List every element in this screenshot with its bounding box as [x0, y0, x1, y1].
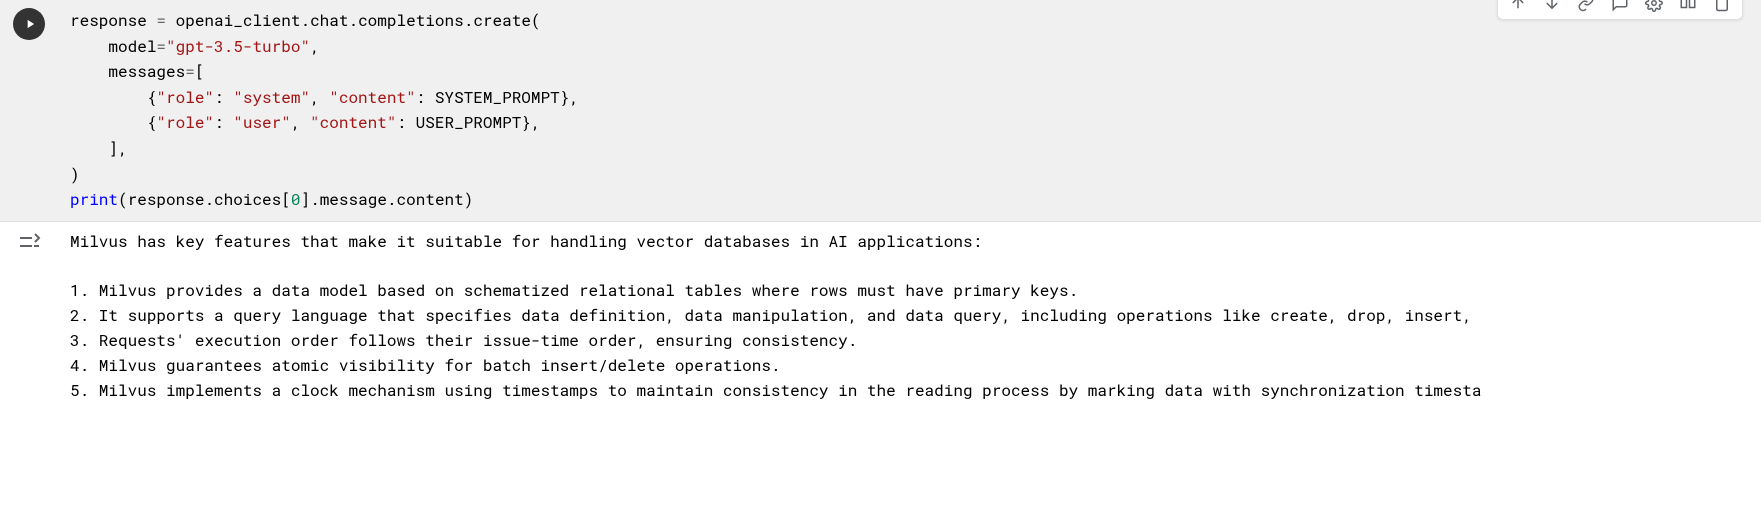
code-gutter	[0, 0, 58, 221]
mirror-icon	[1679, 0, 1697, 12]
toggle-output-button[interactable]	[17, 230, 41, 254]
link-icon	[1577, 0, 1595, 12]
run-cell-button[interactable]	[13, 8, 45, 40]
output-toggle-icon	[17, 230, 41, 254]
comment-icon	[1611, 0, 1629, 12]
settings-button[interactable]	[1640, 0, 1668, 17]
output-gutter	[0, 222, 58, 418]
move-down-button[interactable]	[1538, 0, 1566, 17]
output-area: Milvus has key features that make it sui…	[58, 222, 1761, 418]
trash-icon	[1713, 0, 1731, 12]
code-editor[interactable]: response = openai_client.chat.completion…	[58, 0, 1761, 221]
arrow-down-icon	[1543, 0, 1561, 12]
link-button[interactable]	[1572, 0, 1600, 17]
delete-button[interactable]	[1708, 0, 1736, 17]
code-content[interactable]: response = openai_client.chat.completion…	[70, 8, 1749, 213]
code-cell: response = openai_client.chat.completion…	[0, 0, 1761, 221]
play-icon	[23, 17, 37, 31]
cell-toolbar	[1497, 0, 1743, 20]
output-cell: Milvus has key features that make it sui…	[0, 222, 1761, 418]
output-text: Milvus has key features that make it sui…	[70, 230, 1749, 404]
arrow-up-icon	[1509, 0, 1527, 12]
move-up-button[interactable]	[1504, 0, 1532, 17]
output-scroll[interactable]: Milvus has key features that make it sui…	[70, 230, 1749, 414]
gear-icon	[1645, 0, 1663, 12]
comment-button[interactable]	[1606, 0, 1634, 17]
mirror-button[interactable]	[1674, 0, 1702, 17]
